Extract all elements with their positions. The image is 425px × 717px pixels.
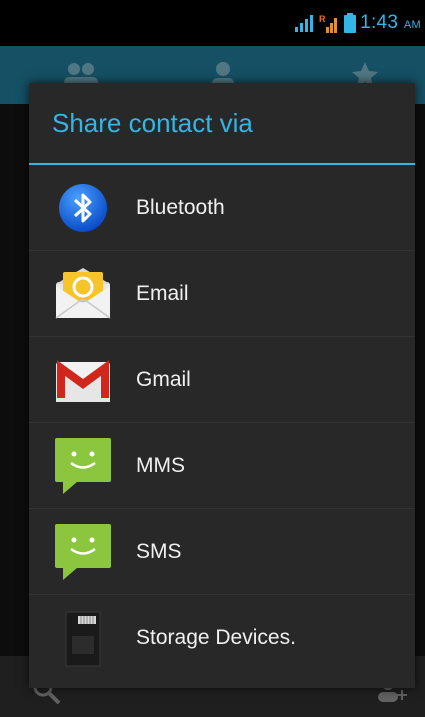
dialog-title: Share contact via <box>29 83 415 165</box>
sms-icon <box>51 520 115 584</box>
share-option-storage-devices[interactable]: Storage Devices. <box>29 595 415 681</box>
share-option-label: Storage Devices. <box>136 626 296 649</box>
share-option-label: Gmail <box>136 367 191 391</box>
status-bar-time: 1:43 AM <box>360 12 421 33</box>
battery-icon <box>344 13 357 33</box>
share-option-label: SMS <box>136 539 182 563</box>
mms-icon <box>51 434 115 498</box>
bluetooth-icon <box>51 176 115 240</box>
data-signal-icon: R <box>319 14 338 33</box>
share-option-email[interactable]: Email <box>29 251 415 337</box>
share-option-gmail[interactable]: Gmail <box>29 337 415 423</box>
status-bar: R 1:43 AM <box>0 0 425 46</box>
gmail-icon <box>51 348 115 412</box>
sd-card-icon <box>51 606 115 670</box>
svg-text:R: R <box>319 14 326 24</box>
share-option-sms[interactable]: SMS <box>29 509 415 595</box>
email-icon <box>51 262 115 326</box>
status-bar-indicators: R 1:43 AM <box>294 10 421 36</box>
share-option-bluetooth[interactable]: Bluetooth <box>29 165 415 251</box>
share-dialog: Share contact via Bluetooth Email Gmail … <box>29 83 415 688</box>
share-option-label: MMS <box>136 453 185 477</box>
share-option-label: Email <box>136 281 189 305</box>
share-option-mms[interactable]: MMS <box>29 423 415 509</box>
signal-icon <box>295 15 314 32</box>
share-option-label: Bluetooth <box>136 195 225 219</box>
